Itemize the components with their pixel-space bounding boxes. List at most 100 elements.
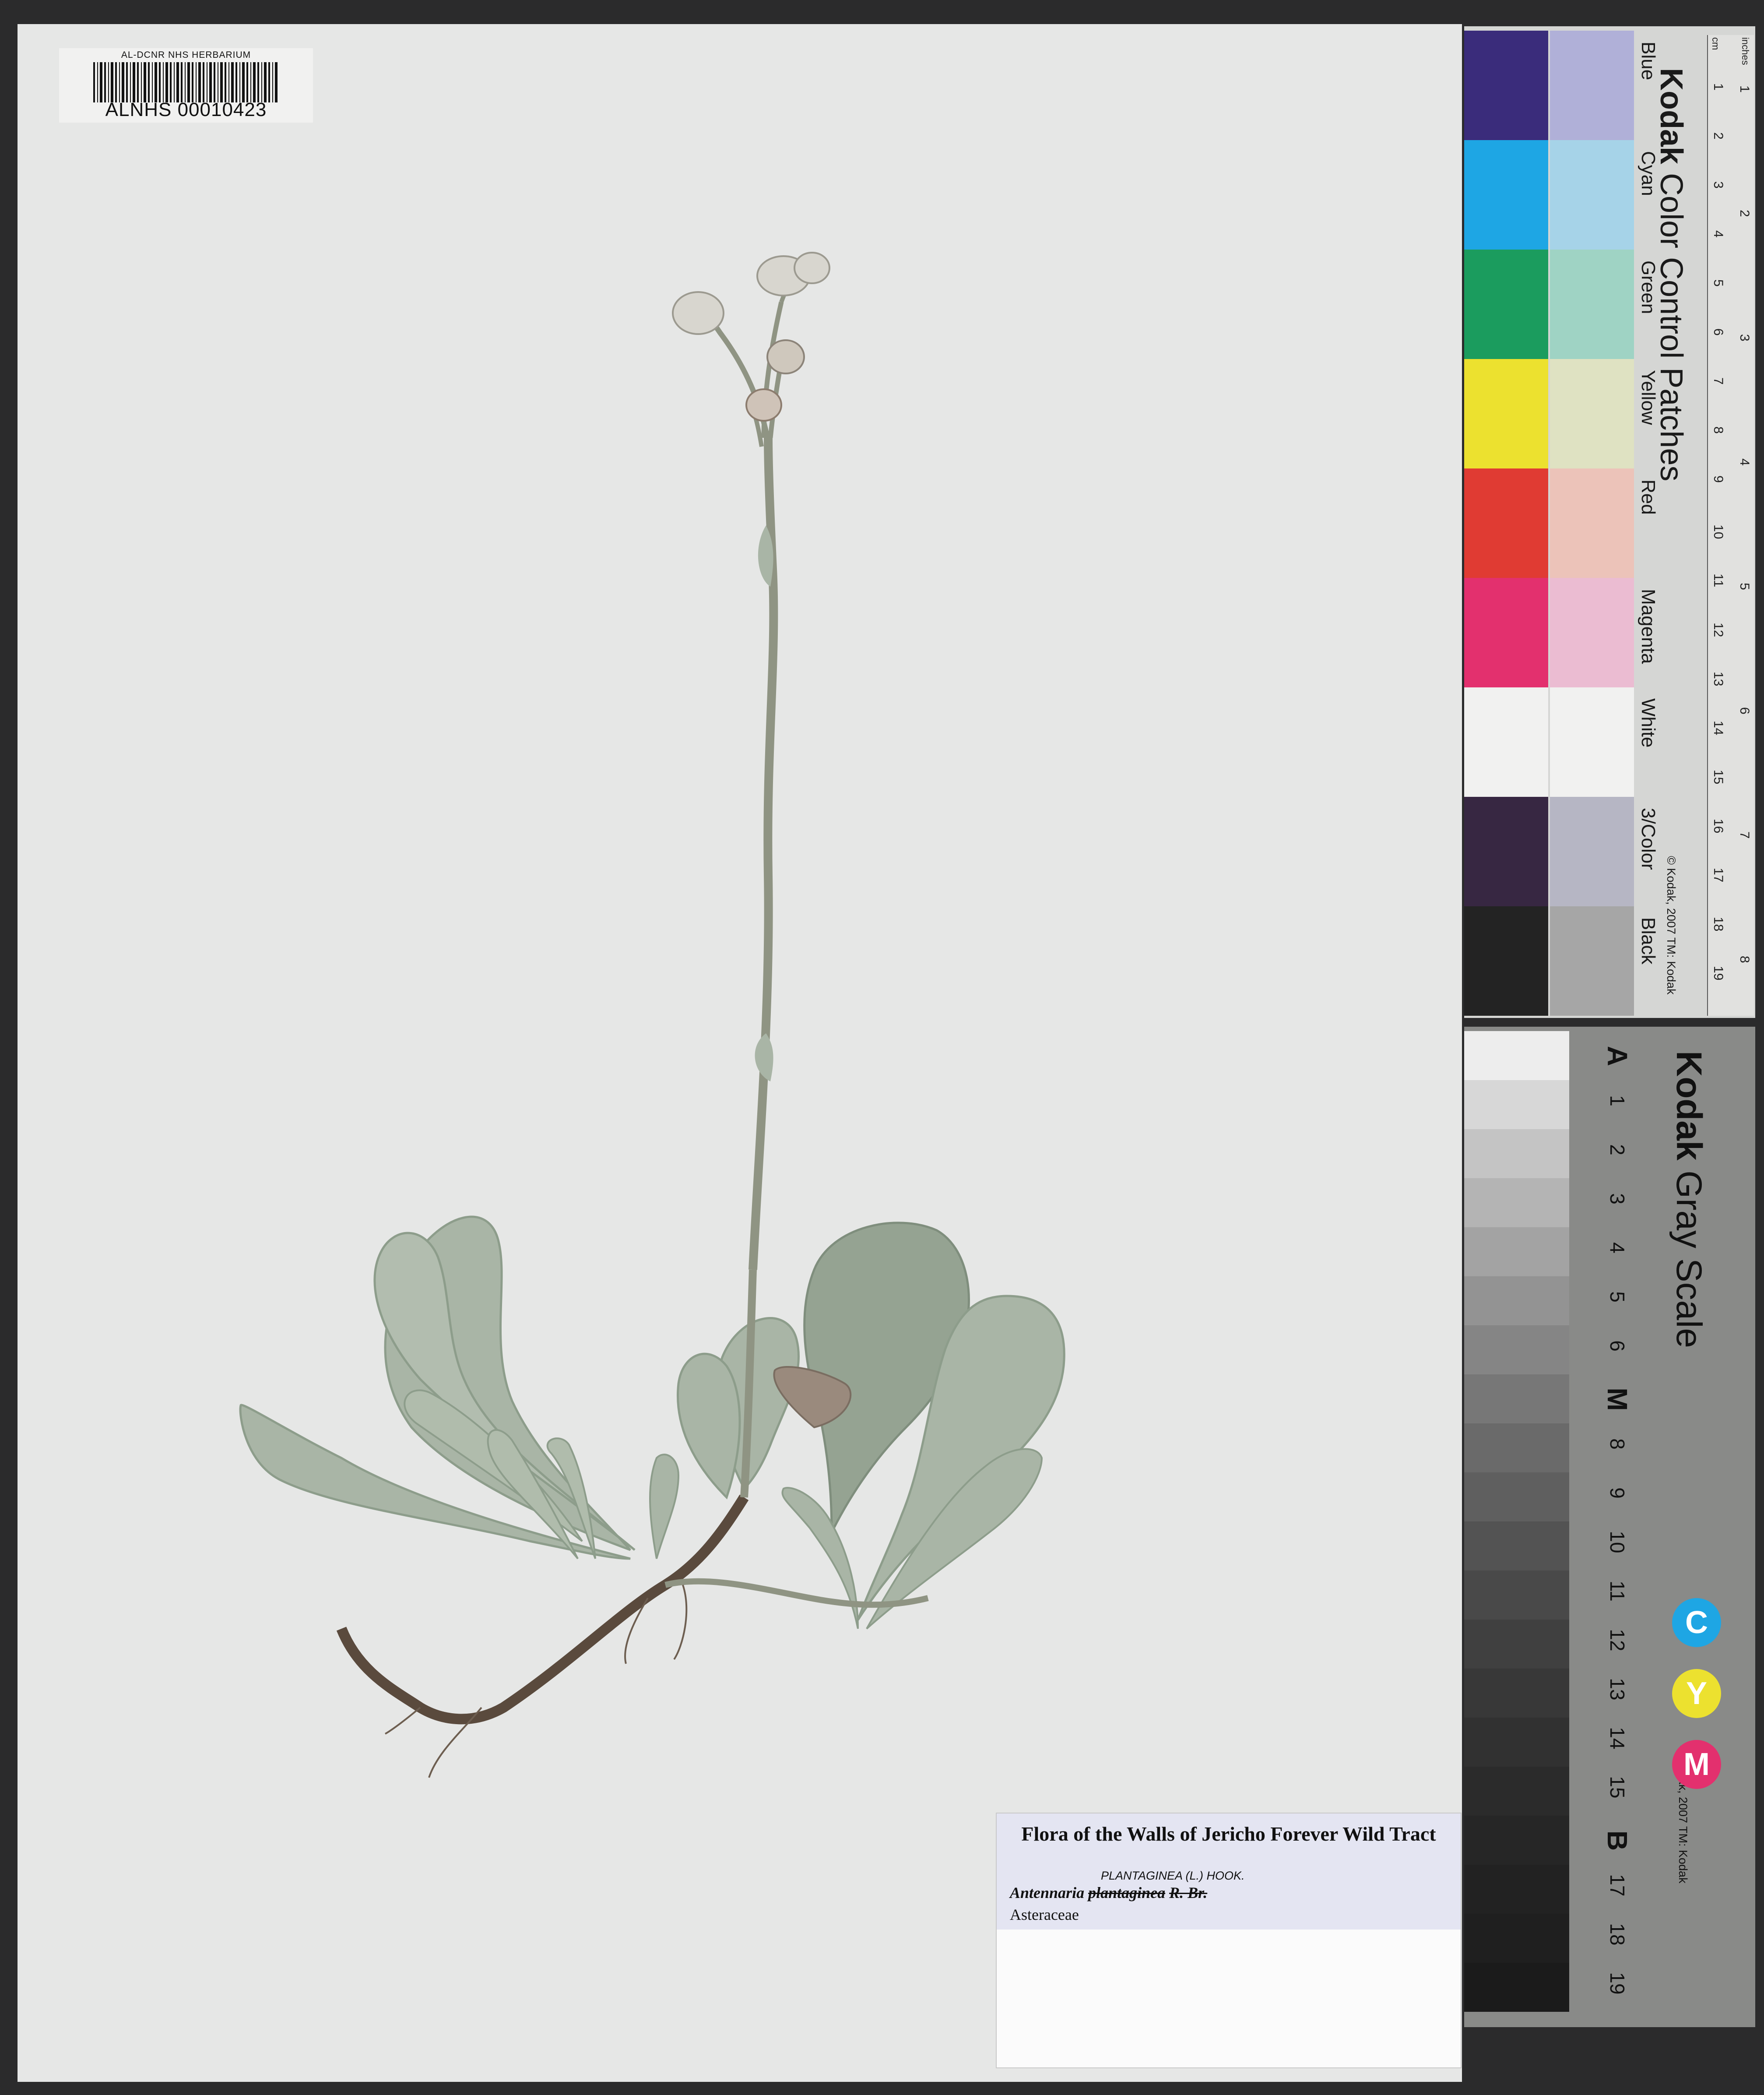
gray-step	[1464, 1767, 1569, 1816]
color-patch-blue-light	[1550, 31, 1634, 140]
ruler-inch-mark: 5	[1737, 583, 1752, 590]
gray-step	[1464, 1718, 1569, 1767]
ruler-inch-mark: 4	[1737, 458, 1752, 466]
flower-head	[672, 291, 724, 335]
ruler-cm-mark: 19	[1711, 966, 1725, 981]
gray-step	[1464, 1570, 1569, 1620]
color-patch-label: Green	[1637, 261, 1659, 314]
gray-step-label: 12	[1606, 1629, 1629, 1651]
flower-head	[745, 388, 782, 422]
gray-card-brand: Kodak	[1669, 1051, 1709, 1161]
cym-dot-m: M	[1672, 1740, 1721, 1789]
gray-step-label: 2	[1606, 1144, 1629, 1155]
color-card-title-text: Color Control Patches	[1654, 173, 1689, 482]
color-patch-label: Blue	[1637, 42, 1659, 81]
color-patch-label: Black	[1637, 917, 1659, 965]
ruler-cm-mark: 13	[1711, 672, 1725, 687]
gray-step-label: 9	[1606, 1487, 1629, 1499]
ruler-inch-mark: 7	[1737, 831, 1752, 839]
color-card-brand: Kodak	[1654, 68, 1689, 165]
color-patch-cyan-light	[1550, 140, 1634, 250]
gray-step	[1464, 1816, 1569, 1865]
color-control-card: Kodak Color Control Patches © Kodak, 200…	[1464, 26, 1755, 1018]
scientific-name: Antennaria plantaginea R. Br.	[1010, 1884, 1207, 1902]
color-patch-3-color-light	[1550, 797, 1634, 906]
gray-step-label: 15	[1606, 1776, 1629, 1799]
ruler-cm-mark: 14	[1711, 721, 1725, 736]
ruler-cm-mark: 6	[1711, 328, 1725, 336]
plant-specimen	[239, 252, 1065, 1778]
color-patch-white-dark	[1464, 687, 1548, 797]
rhizome	[336, 1494, 749, 1725]
gray-step-label: 18	[1606, 1923, 1629, 1946]
cym-dot-c: C	[1672, 1598, 1721, 1647]
gray-step-label: 5	[1606, 1291, 1629, 1303]
gray-step	[1464, 1080, 1569, 1129]
ruler-inch-unit: inches	[1740, 37, 1751, 65]
gray-step-label: M	[1602, 1387, 1633, 1411]
color-patch-label: Yellow	[1637, 370, 1659, 425]
color-patch-label: 3/Color	[1637, 808, 1659, 870]
ruler-inch-mark: 8	[1737, 956, 1752, 963]
ruler-cm-mark: 3	[1711, 181, 1725, 189]
color-patch-3-color-dark	[1464, 797, 1548, 906]
gray-step	[1464, 1963, 1569, 2012]
calibration-strip: Kodak Color Control Patches © Kodak, 200…	[1462, 26, 1755, 2067]
gray-step-label: 3	[1606, 1193, 1629, 1204]
gray-step	[1464, 1031, 1569, 1080]
ruler-cm-mark: 15	[1711, 770, 1725, 785]
color-patch-label: Red	[1637, 479, 1659, 515]
color-patch-black-light	[1550, 906, 1634, 1016]
gray-card-title: Kodak Gray Scale	[1668, 1051, 1709, 1348]
gray-step	[1464, 1620, 1569, 1669]
gray-step	[1464, 1325, 1569, 1374]
gray-step	[1464, 1669, 1569, 1718]
ruler-inch-mark: 2	[1737, 210, 1752, 217]
gray-step	[1464, 1914, 1569, 1963]
ruler-cm-mark: 12	[1711, 623, 1725, 637]
stem-leaf	[755, 1033, 773, 1081]
ruler-cm-mark: 7	[1711, 377, 1725, 385]
flower-head	[766, 339, 805, 374]
ruler-inch-mark: 6	[1737, 707, 1752, 715]
gray-step	[1464, 1521, 1569, 1570]
ruler-cm-mark: 2	[1711, 132, 1725, 140]
specimen-label: Flora of the Walls of Jericho Forever Wi…	[996, 1813, 1462, 2068]
ruler: cm inches 1 2 3 4 5 6 7 8 9 10 11 12 13 14 15 16 17 18 19 1…	[1707, 35, 1754, 1016]
color-patch-green-dark	[1464, 250, 1548, 359]
gray-step-label: A	[1602, 1046, 1633, 1067]
color-patch-white-light	[1550, 687, 1634, 797]
gray-step-label: 19	[1606, 1972, 1629, 1995]
gray-step-label: B	[1602, 1830, 1633, 1851]
ruler-cm-mark: 16	[1711, 819, 1725, 834]
basal-leaf	[677, 1352, 741, 1500]
color-patch-red-light	[1550, 468, 1634, 578]
color-patch-black-dark	[1464, 906, 1548, 1016]
gray-step	[1464, 1178, 1569, 1227]
color-patch-yellow-light	[1550, 359, 1634, 468]
color-patch-label: White	[1637, 698, 1659, 748]
color-patch-yellow-dark	[1464, 359, 1548, 468]
gray-step	[1464, 1374, 1569, 1423]
family-name: Asteraceae	[1010, 1906, 1079, 1923]
ruler-cm-mark: 8	[1711, 426, 1725, 434]
basal-leaf	[781, 1487, 859, 1629]
ruler-cm-mark: 5	[1711, 279, 1725, 287]
gray-step	[1464, 1423, 1569, 1472]
ruler-inch-mark: 1	[1737, 85, 1752, 93]
gray-step-label: 17	[1606, 1874, 1629, 1897]
color-patch-blue-dark	[1464, 31, 1548, 140]
flower-head	[794, 252, 830, 284]
gray-step-label: 13	[1606, 1678, 1629, 1701]
ruler-cm-mark: 4	[1711, 230, 1725, 238]
genus: Antennaria	[1010, 1884, 1085, 1901]
gray-step-label: 8	[1606, 1438, 1629, 1450]
cym-dot-y: Y	[1672, 1669, 1721, 1718]
gray-step-label: 6	[1606, 1340, 1629, 1352]
color-patch-label: Magenta	[1637, 589, 1659, 664]
ruler-cm-mark: 10	[1711, 525, 1725, 539]
color-patch-cyan-dark	[1464, 140, 1548, 250]
gray-scale-card: Kodak Gray Scale © Kodak, 2007 TM: Kodak…	[1464, 1027, 1755, 2027]
gray-step-label: 1	[1606, 1095, 1629, 1106]
ruler-inch-mark: 3	[1737, 334, 1752, 342]
